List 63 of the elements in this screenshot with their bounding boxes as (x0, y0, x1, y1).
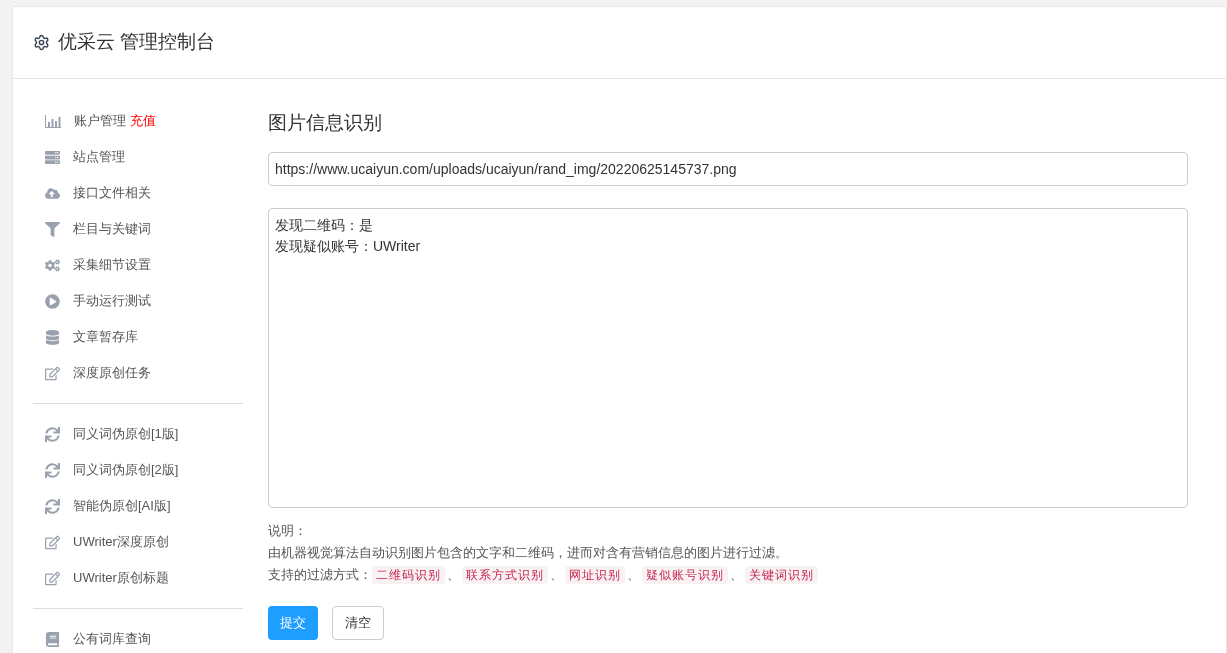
refresh-icon (45, 426, 60, 442)
sidebar-item-label: 智能伪原创[AI版] (73, 497, 171, 516)
separator: 、 (730, 565, 743, 584)
filter-methods-label: 支持的过滤方式： (268, 565, 372, 584)
edit-icon (45, 570, 60, 586)
play-icon (45, 293, 60, 309)
sidebar-item-label: 账户管理 (74, 112, 126, 131)
result-line: 发现二维码：是 (275, 215, 374, 235)
filter-method-tag: 二维码识别 (372, 565, 445, 584)
sidebar-item-label: 公有词库查询 (73, 630, 151, 649)
cloud-upload-icon (45, 185, 60, 201)
edit-icon (45, 365, 60, 381)
sidebar-item-label: 深度原创任务 (73, 364, 151, 383)
sidebar-item[interactable]: 接口文件相关 (33, 175, 243, 211)
sidebar-item-label: 手动运行测试 (73, 292, 151, 311)
url-field[interactable]: https://www.ucaiyun.com/uploads/ucaiyun/rand_img/20220625145737.png (268, 151, 1188, 186)
sidebar-item[interactable]: 栏目与关键词 (33, 211, 243, 247)
filter-method-tag: 关键词识别 (745, 565, 818, 584)
filter-icon (45, 221, 60, 237)
sidebar-item[interactable]: 采集细节设置 (33, 247, 243, 283)
gears-icon (45, 257, 60, 273)
separator: 、 (550, 565, 563, 584)
sidebar-item[interactable]: 深度原创任务 (33, 355, 243, 391)
sidebar-item-label: 栏目与关键词 (73, 220, 151, 239)
page-heading: 图片信息识别 (268, 111, 383, 135)
refresh-icon (45, 498, 60, 514)
database-icon (45, 329, 60, 345)
sidebar-item[interactable]: 手动运行测试 (33, 283, 243, 319)
sidebar-item[interactable]: 同义词伪原创[1版] (33, 416, 243, 452)
sidebar-item[interactable]: 智能伪原创[AI版] (33, 488, 243, 524)
recharge-link[interactable]: 充值 (130, 111, 156, 131)
sidebar-item-label: 文章暂存库 (73, 328, 138, 347)
sidebar-item-label: UWriter原创标题 (73, 569, 169, 588)
separator: 、 (627, 565, 640, 584)
server-icon (45, 149, 60, 165)
clear-button[interactable]: 清空 (332, 605, 384, 640)
filter-method-tag: 疑似账号识别 (642, 565, 728, 584)
sidebar-item[interactable]: 账户管理 充值 (33, 103, 243, 139)
sidebar-item[interactable]: UWriter深度原创 (33, 524, 243, 560)
result-line: 发现疑似账号：UWriter (275, 236, 422, 256)
sidebar-item-label: 同义词伪原创[2版] (73, 461, 179, 480)
console-title: 优采云 管理控制台 (58, 30, 216, 55)
book-icon (45, 631, 60, 647)
refresh-icon (45, 462, 60, 478)
sidebar-item[interactable]: UWriter原创标题 (33, 560, 243, 596)
sidebar-item-label: 采集细节设置 (73, 256, 151, 275)
sidebar-item[interactable]: 同义词伪原创[2版] (33, 452, 243, 488)
sidebar-item-label: 同义词伪原创[1版] (73, 425, 179, 444)
sidebar-item-label: 站点管理 (73, 148, 125, 167)
sidebar-item-label: UWriter深度原创 (73, 533, 169, 552)
sidebar-item[interactable]: 公有词库查询 (33, 621, 243, 653)
sidebar-item[interactable]: 站点管理 (33, 139, 243, 175)
notes-description: 由机器视觉算法自动识别图片包含的文字和二维码，进而对含有营销信息的图片进行过滤。 (268, 543, 789, 562)
notes-heading: 说明： (268, 521, 308, 540)
separator: 、 (447, 565, 460, 584)
filter-method-tag: 网址识别 (565, 565, 625, 584)
settings-icon (33, 34, 50, 51)
edit-icon (45, 534, 60, 550)
bar-chart-icon (45, 114, 61, 128)
filter-method-tag: 联系方式识别 (462, 565, 548, 584)
result-textarea[interactable]: 发现二维码：是 发现疑似账号：UWriter (268, 207, 1188, 508)
sidebar-item-label: 接口文件相关 (73, 184, 151, 203)
sidebar-item[interactable]: 文章暂存库 (33, 319, 243, 355)
